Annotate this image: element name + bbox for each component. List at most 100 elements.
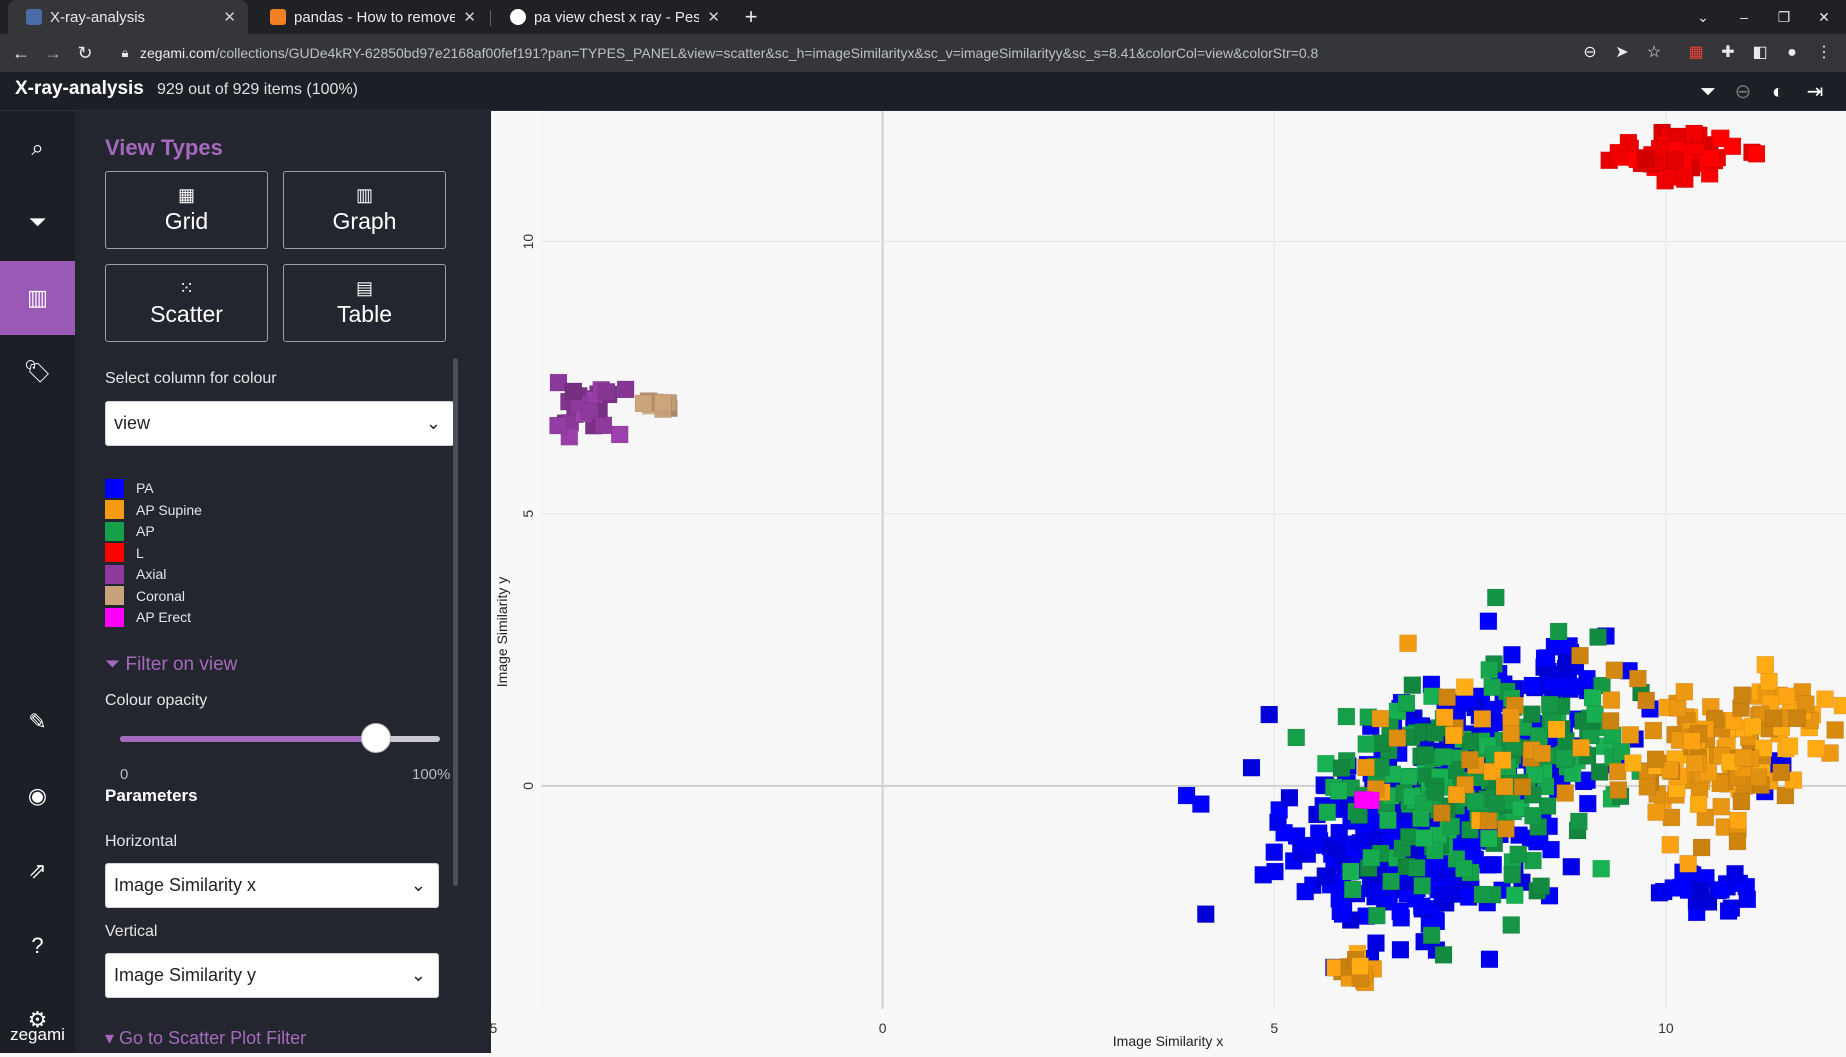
scatter-point[interactable] [1747,145,1766,163]
scatter-point[interactable] [1403,676,1422,694]
scatter-point[interactable] [1555,749,1574,767]
scatter-point[interactable] [1505,886,1524,905]
scatter-point[interactable] [1738,890,1757,909]
scatter-point[interactable] [1547,720,1566,739]
scatter-point[interactable] [1524,806,1542,825]
extension-calendar-icon[interactable]: ▦ [1685,42,1707,64]
scatter-point[interactable] [1608,762,1627,781]
vertical-axis-select[interactable]: Image Similarity y ⌄ [105,953,439,998]
scatter-point[interactable] [1483,678,1501,697]
scatter-point[interactable] [1455,678,1474,696]
scatter-point[interactable] [1578,794,1597,813]
scatter-point[interactable] [1260,705,1278,724]
scatter-point[interactable] [1503,865,1522,884]
scatter-point[interactable] [1732,792,1751,811]
scatter-point[interactable] [1743,717,1762,736]
back-arrow-icon[interactable]: ← [10,42,32,64]
close-tab-icon[interactable]: ✕ [707,8,720,26]
scatter-point[interactable] [1788,709,1806,728]
scatter-point[interactable] [1826,721,1844,739]
grid-view-button[interactable]: ▦ Grid [105,171,268,249]
scatter-point[interactable] [1479,812,1498,830]
scatter-point[interactable] [1497,820,1515,838]
scatter-point[interactable] [1415,829,1433,847]
legend-item[interactable]: Axial [105,564,166,584]
scatter-point[interactable] [1549,622,1568,641]
scatter-point[interactable] [610,425,629,444]
tags-icon[interactable]: 🏷︎ [0,335,75,409]
scatter-point[interactable] [1629,669,1647,688]
scatter-point[interactable] [1689,795,1708,814]
legend-item[interactable]: AP Supine [105,500,202,520]
settings-gear-icon[interactable]: ⚙ [0,983,75,1057]
scatter-point[interactable] [1556,784,1574,802]
scatter-point[interactable] [1297,836,1316,855]
scatter-point[interactable] [1733,686,1752,705]
scatter-point[interactable] [1712,797,1731,816]
scatter-point[interactable] [1275,823,1293,842]
scatter-point[interactable] [1379,811,1397,830]
scatter-point[interactable] [1343,880,1362,899]
help-icon[interactable]: ? [0,909,75,983]
share-icon[interactable]: ⇗ [0,834,75,908]
side-panel-icon[interactable]: ◧ [1749,42,1771,64]
scatter-point[interactable] [1734,748,1753,767]
scatter-point[interactable] [1371,709,1390,728]
zoom-out-icon[interactable]: ⊖ [1731,80,1755,104]
scatter-point[interactable] [616,380,635,399]
scatter-point[interactable] [597,383,616,401]
scatter-point[interactable] [549,373,568,392]
scatter-point[interactable] [1723,137,1742,156]
scatter-point[interactable] [653,393,672,412]
scatter-point[interactable] [1719,902,1738,920]
scatter-point[interactable] [1426,724,1444,742]
profile-avatar-icon[interactable]: ● [1781,42,1803,64]
scatter-point[interactable] [1572,738,1590,757]
scatter-point[interactable] [1426,782,1445,801]
scatter-point[interactable] [1438,688,1456,707]
send-icon[interactable]: ➤ [1611,42,1633,64]
scatter-point[interactable] [1388,729,1407,747]
scatter-point[interactable] [1609,143,1628,162]
scatter-point[interactable] [1509,845,1528,864]
address-bar[interactable]: zegami.com/collections/GUDe4kRY-62850bd9… [140,39,1600,67]
scatter-point[interactable] [1537,649,1556,667]
scatter-plot-filter-link[interactable]: ▾ Go to Scatter Plot Filter [105,1028,306,1049]
scatter-point[interactable] [1729,811,1747,830]
scatter-point[interactable] [1422,926,1441,945]
scatter-point[interactable] [1455,859,1473,878]
scatter-point[interactable] [1357,758,1375,777]
scatter-view-button[interactable]: ⁙ Scatter [105,264,268,342]
scatter-point[interactable] [1434,748,1453,766]
scatter-point[interactable] [1772,763,1790,782]
scatter-point[interactable] [1434,946,1453,964]
table-view-button[interactable]: ▤ Table [283,264,446,342]
scatter-point[interactable] [1833,696,1846,715]
horizontal-axis-select[interactable]: Image Similarity x ⌄ [105,863,439,908]
scatter-point[interactable] [1473,710,1492,728]
scatter-point[interactable] [1351,833,1370,852]
scatter-point[interactable] [1342,862,1360,881]
scatter-point[interactable] [1351,957,1369,975]
scatter-point[interactable] [1571,646,1589,665]
scatter-point[interactable] [1433,886,1451,904]
scatter-point[interactable] [1391,940,1410,959]
filter-on-view-link[interactable]: ⏷ Filter on view [105,654,237,676]
scatter-point[interactable] [1412,809,1430,828]
scatter-point[interactable] [1661,835,1680,854]
scatter-point[interactable] [1654,882,1673,901]
scatter-point[interactable] [1638,777,1657,796]
scatter-point[interactable] [1332,759,1351,777]
scatter-point[interactable] [1728,832,1747,851]
scatter-point[interactable] [1287,728,1306,747]
scatter-point[interactable] [1354,790,1372,809]
scatter-point[interactable] [1242,758,1261,777]
scatter-point[interactable] [1583,688,1602,707]
scatter-point[interactable] [1605,661,1624,680]
scatter-point[interactable] [1372,734,1390,753]
scatter-point[interactable] [1329,782,1348,800]
scatter-point[interactable] [1317,754,1335,773]
restore-window-icon[interactable]: ❐ [1774,7,1794,27]
scatter-plot[interactable]: -5 0 5 10 0 5 10 Image Similarity x Image Simila… [491,111,1846,1053]
scatter-point[interactable] [1756,655,1775,674]
